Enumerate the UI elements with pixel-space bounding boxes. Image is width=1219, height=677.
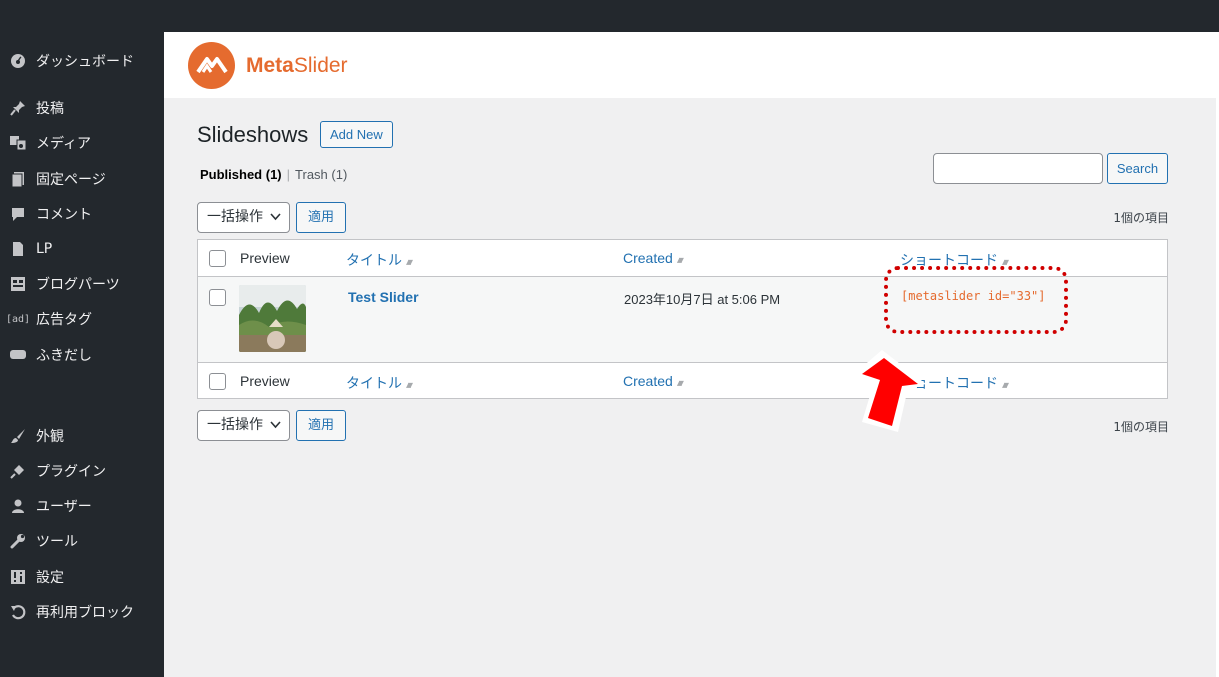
- bulk-action-select-bottom[interactable]: 一括操作: [197, 410, 290, 441]
- sidebar-item-speech-bubble[interactable]: ふきだし: [0, 340, 164, 370]
- sidebar-item-label: 設定: [36, 570, 64, 586]
- sidebar-item-label: ツール: [36, 534, 78, 550]
- sidebar-item-reusable-blocks[interactable]: 再利用ブロック: [0, 597, 164, 627]
- filter-separator: |: [286, 167, 291, 182]
- sidebar-item-dashboard[interactable]: ダッシュボード: [0, 46, 164, 76]
- sidebar-item-posts[interactable]: 投稿: [0, 93, 164, 123]
- sidebar-item-media[interactable]: メディア: [0, 128, 164, 158]
- admin-sidebar: ダッシュボード 投稿 メディア 固定ページ コメント LP ブログパーツ [ad…: [0, 32, 164, 677]
- brand-header: MetaSlider: [164, 32, 1216, 98]
- sort-icon: ▴▾: [406, 257, 413, 268]
- status-filters: Published (1) | Trash (1): [200, 167, 347, 182]
- speech-bubble-icon: [8, 345, 28, 365]
- sidebar-item-label: コメント: [36, 207, 92, 223]
- bulk-action-select-top[interactable]: 一括操作: [197, 202, 290, 233]
- sidebar-item-lp[interactable]: LP: [0, 234, 164, 264]
- column-title[interactable]: タイトル ▴▾: [346, 250, 413, 270]
- sidebar-item-ad-tags[interactable]: [ad] 広告タグ: [0, 304, 164, 334]
- column-preview: Preview: [240, 250, 290, 266]
- sidebar-item-label: 外観: [36, 429, 64, 445]
- sidebar-item-appearance[interactable]: 外観: [0, 421, 164, 451]
- search-input[interactable]: [933, 153, 1103, 184]
- column-created[interactable]: Created ▴▾: [623, 250, 684, 266]
- sidebar-item-blog-parts[interactable]: ブログパーツ: [0, 269, 164, 299]
- sort-icon: ▴▾: [676, 255, 684, 266]
- document-icon: [8, 239, 28, 259]
- column-created[interactable]: Created ▴▾: [623, 373, 684, 389]
- brand-name: MetaSlider: [246, 54, 348, 77]
- wrench-icon: [8, 531, 28, 551]
- sort-icon: ▴▾: [676, 378, 684, 389]
- select-all-checkbox-bottom[interactable]: [209, 373, 226, 390]
- comment-icon: [8, 204, 28, 224]
- sort-icon: ▴▾: [406, 380, 413, 391]
- column-preview: Preview: [240, 373, 290, 389]
- user-icon: [8, 496, 28, 516]
- dashboard-icon: [8, 51, 28, 71]
- select-all-checkbox[interactable]: [209, 250, 226, 267]
- filter-published[interactable]: Published (1): [200, 167, 282, 182]
- filter-trash[interactable]: Trash (1): [295, 167, 347, 182]
- shortcode-highlight-annotation: [884, 266, 1068, 334]
- media-icon: [8, 133, 28, 153]
- chevron-down-icon: [270, 411, 281, 451]
- row-checkbox[interactable]: [209, 289, 226, 306]
- layout-icon: [8, 274, 28, 294]
- sidebar-item-label: 固定ページ: [36, 172, 106, 188]
- sidebar-item-plugins[interactable]: プラグイン: [0, 456, 164, 486]
- sidebar-item-label: メディア: [36, 136, 92, 152]
- sidebar-item-label: ふきだし: [36, 348, 92, 364]
- table-footer-row: Preview タイトル ▴▾ Created ▴▾ ショートコード ▴▾: [198, 362, 1167, 399]
- settings-icon: [8, 567, 28, 587]
- plugin-icon: [8, 461, 28, 481]
- sidebar-item-label: ユーザー: [36, 499, 92, 515]
- sidebar-item-label: 再利用ブロック: [36, 605, 134, 621]
- sidebar-item-comments[interactable]: コメント: [0, 199, 164, 229]
- red-arrow-annotation-icon: [854, 350, 926, 432]
- apply-button-bottom[interactable]: 適用: [296, 410, 346, 441]
- page-title: Slideshows: [197, 122, 309, 147]
- chevron-down-icon: [270, 203, 281, 243]
- search-button[interactable]: Search: [1107, 153, 1168, 184]
- metaslider-logo-icon: [188, 42, 235, 89]
- sort-icon: ▴▾: [1002, 380, 1009, 391]
- sidebar-item-label: ダッシュボード: [36, 54, 134, 70]
- sidebar-item-label: プラグイン: [36, 464, 106, 480]
- sidebar-item-label: LP: [36, 241, 53, 257]
- page-icon: [8, 169, 28, 189]
- created-date: 2023年10月7日 at 5:06 PM: [624, 292, 781, 307]
- item-count-bottom: 1個の項目: [1113, 420, 1169, 434]
- ad-icon: [ad]: [5, 313, 31, 325]
- column-title[interactable]: タイトル ▴▾: [346, 373, 413, 393]
- item-count-top: 1個の項目: [1113, 211, 1169, 225]
- sidebar-item-label: ブログパーツ: [36, 277, 120, 293]
- sidebar-item-settings[interactable]: 設定: [0, 562, 164, 592]
- slide-preview-thumbnail[interactable]: [239, 285, 306, 352]
- main-content: MetaSlider Slideshows Add New Published …: [164, 32, 1219, 677]
- sidebar-item-label: 投稿: [36, 101, 64, 117]
- add-new-button[interactable]: Add New: [320, 121, 393, 148]
- apply-button-top[interactable]: 適用: [296, 202, 346, 233]
- sidebar-item-tools[interactable]: ツール: [0, 526, 164, 556]
- slideshow-title-link[interactable]: Test Slider: [348, 289, 419, 305]
- brush-icon: [8, 426, 28, 446]
- sidebar-item-users[interactable]: ユーザー: [0, 491, 164, 521]
- sidebar-item-pages[interactable]: 固定ページ: [0, 164, 164, 194]
- undo-icon: [8, 602, 28, 622]
- sidebar-item-label: 広告タグ: [36, 312, 92, 328]
- pin-icon: [8, 98, 28, 118]
